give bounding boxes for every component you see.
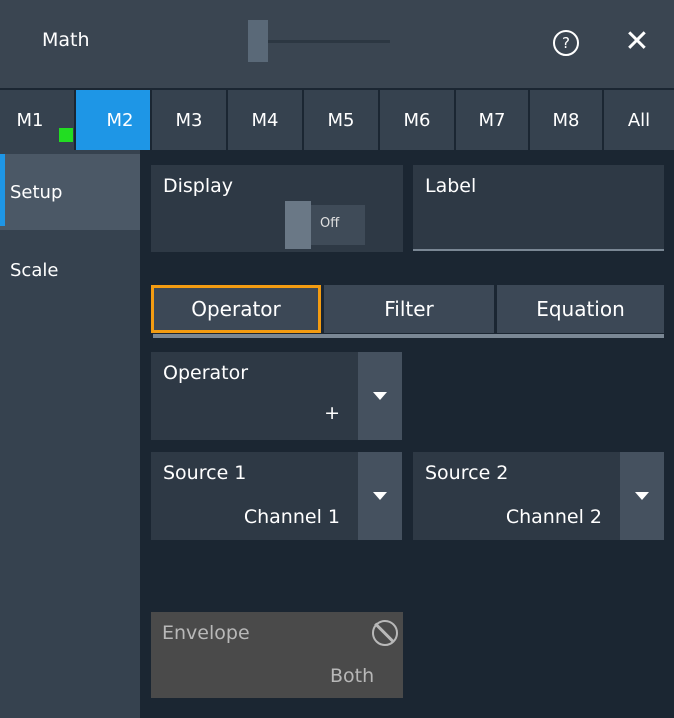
chevron-down-icon [373, 392, 387, 400]
tab-label: M3 [175, 109, 203, 131]
operator-value: + [324, 402, 340, 424]
tab-label: M8 [552, 109, 580, 131]
sidebar-item-setup[interactable]: Setup [0, 154, 140, 230]
tab-label: All [627, 109, 651, 131]
sidebar-item-scale[interactable]: Scale [0, 232, 140, 308]
tab-label: M2 [106, 109, 134, 131]
source1-value: Channel 1 [243, 506, 340, 528]
prohibited-icon [372, 620, 398, 646]
position-slider-handle[interactable] [248, 20, 268, 62]
chevron-down-icon [373, 492, 387, 500]
m1-active-indicator [59, 128, 73, 142]
tab-m2[interactable]: M2 [76, 90, 150, 150]
segment-operator[interactable]: Operator [151, 285, 321, 333]
title-bar: Math ? ✕ [0, 0, 674, 88]
label-field-label: Label [425, 175, 477, 197]
envelope-label: Envelope [162, 622, 250, 644]
chevron-down-icon [635, 492, 649, 500]
tab-m4[interactable]: M4 [228, 90, 302, 150]
tab-label: M7 [478, 109, 506, 131]
tab-m3[interactable]: M3 [152, 90, 226, 150]
tab-label: M5 [327, 109, 355, 131]
display-label: Display [163, 175, 234, 197]
help-icon[interactable]: ? [553, 30, 579, 56]
segment-label: Filter [384, 297, 434, 321]
segment-underline [153, 334, 664, 338]
display-state: Off [320, 216, 340, 231]
window-title: Math [42, 29, 90, 51]
source1-dropdown-button[interactable] [358, 452, 402, 540]
source1-label: Source 1 [163, 462, 247, 484]
envelope-value: Both [330, 665, 375, 687]
segment-label: Equation [536, 297, 625, 321]
operator-dropdown-button[interactable] [358, 352, 402, 440]
tab-m6[interactable]: M6 [380, 90, 454, 150]
tab-m5[interactable]: M5 [304, 90, 378, 150]
tab-label: M1 [16, 109, 44, 131]
close-icon[interactable]: ✕ [619, 22, 655, 62]
sidebar-item-label: Scale [10, 259, 59, 281]
segment-label: Operator [191, 297, 281, 321]
source2-value: Channel 2 [505, 506, 602, 528]
label-field-underline [413, 249, 664, 251]
source2-label: Source 2 [425, 462, 509, 484]
display-toggle-panel[interactable]: Display [151, 165, 403, 252]
display-toggle-knob[interactable] [285, 201, 311, 249]
tab-m7[interactable]: M7 [456, 90, 528, 150]
sidebar-item-label: Setup [10, 181, 63, 203]
segment-equation[interactable]: Equation [497, 285, 664, 333]
operator-label: Operator [163, 362, 249, 384]
tab-all[interactable]: All [604, 90, 674, 150]
tab-m8[interactable]: M8 [530, 90, 602, 150]
segment-filter[interactable]: Filter [324, 285, 494, 333]
tab-label: M4 [251, 109, 279, 131]
label-field[interactable]: Label [413, 165, 664, 251]
sidebar-active-marker [0, 154, 5, 226]
tab-label: M6 [403, 109, 431, 131]
source2-dropdown-button[interactable] [620, 452, 664, 540]
position-slider-track[interactable] [248, 40, 390, 43]
